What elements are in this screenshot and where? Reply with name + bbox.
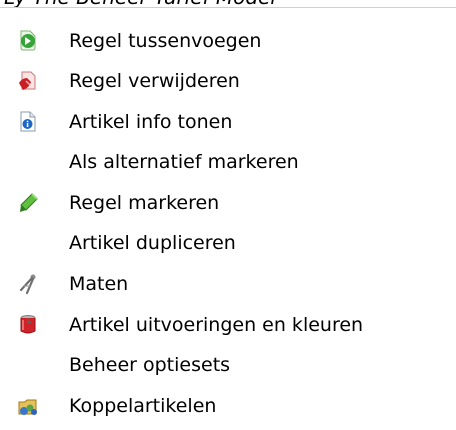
menu-item-beheer-optiesets[interactable]: Beheer optiesets	[0, 345, 456, 385]
marker-pen-icon	[16, 191, 40, 215]
compass-icon	[16, 272, 40, 296]
context-menu: Regel tussenvoegen Regel verwijderen Art…	[0, 7, 456, 430]
menu-item-label: Artikel dupliceren	[69, 232, 236, 254]
menu-item-label: Regel verwijderen	[69, 70, 240, 92]
delete-row-icon	[16, 69, 40, 93]
menu-item-artikel-dupliceren[interactable]: Artikel dupliceren	[0, 223, 456, 263]
menu-item-label: Als alternatief markeren	[69, 151, 299, 173]
menu-item-regel-verwijderen[interactable]: Regel verwijderen	[0, 61, 456, 101]
insert-row-icon	[16, 29, 40, 53]
menu-item-label: Koppelartikelen	[69, 395, 217, 417]
menu-item-label: Regel markeren	[69, 192, 220, 214]
menu-item-koppelartikelen[interactable]: Koppelartikelen	[0, 386, 456, 426]
info-icon	[16, 110, 40, 134]
paint-can-icon	[16, 313, 40, 337]
menu-item-artikel-info-tonen[interactable]: Artikel info tonen	[0, 102, 456, 142]
menu-item-regel-markeren[interactable]: Regel markeren	[0, 183, 456, 223]
menu-item-artikel-uitvoeringen-en-kleuren[interactable]: Artikel uitvoeringen en kleuren	[0, 305, 456, 345]
menu-item-maten[interactable]: Maten	[0, 264, 456, 304]
menu-item-label: Maten	[69, 273, 129, 295]
menu-item-label: Beheer optiesets	[69, 354, 231, 376]
menu-item-als-alternatief-markeren[interactable]: Als alternatief markeren	[0, 142, 456, 182]
linked-items-icon	[16, 394, 40, 418]
menu-item-regel-tussenvoegen[interactable]: Regel tussenvoegen	[0, 21, 456, 61]
menu-item-label: Artikel info tonen	[69, 111, 233, 133]
menu-item-label: Regel tussenvoegen	[69, 30, 262, 52]
menu-item-label: Artikel uitvoeringen en kleuren	[69, 314, 364, 336]
